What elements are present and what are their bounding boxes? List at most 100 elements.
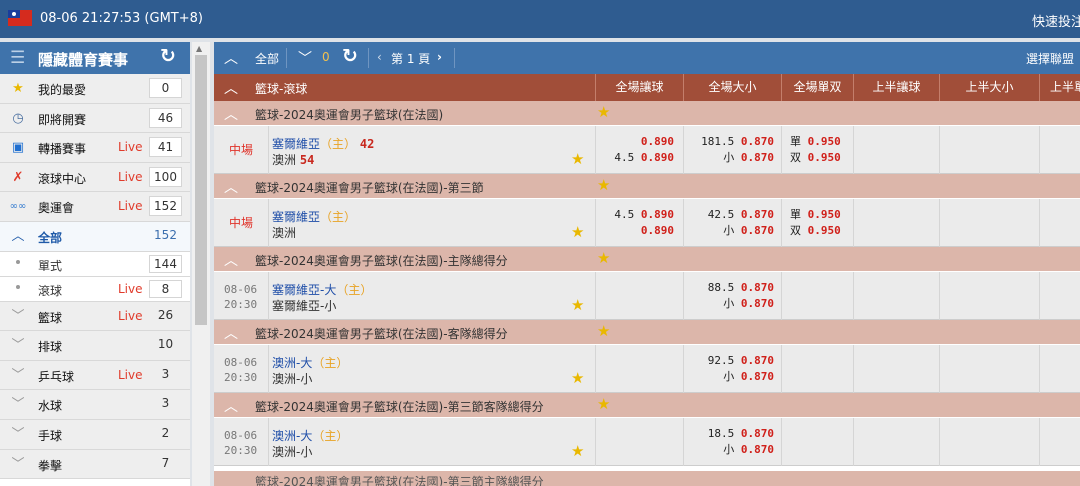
league-row[interactable]: ︿ 籃球-2024奧運會男子籃球(在法國) ★ xyxy=(214,101,1080,126)
cell-divider xyxy=(1039,199,1040,247)
select-league-button[interactable]: 選擇聯盟 xyxy=(1026,50,1074,67)
chevron-down-icon: ﹀ xyxy=(11,338,25,354)
favorite-add-icon[interactable]: ★ xyxy=(571,296,584,314)
home-score: 42 xyxy=(359,137,375,151)
favorite-add-icon[interactable]: ★ xyxy=(571,442,584,460)
favorite-add-icon[interactable]: ★ xyxy=(571,150,584,168)
sidebar-scrollbar[interactable]: ▲ xyxy=(192,42,210,486)
favorite-add-icon[interactable]: ★ xyxy=(597,322,610,340)
line-value: 單 xyxy=(790,208,801,221)
col-header: 上半單 xyxy=(1039,74,1080,101)
sidebar-item-label: 拳擊 xyxy=(38,458,63,473)
sidebar-subitem-single[interactable]: 單式 144 xyxy=(0,251,190,277)
runner-icon: ✗ xyxy=(12,169,24,185)
match-row: 08-06 20:30 澳洲-大（主） 澳洲-小 ★ 18.5 0.870 小 0.87… xyxy=(214,418,1080,466)
col-header: 全場單双 xyxy=(781,74,853,101)
sidebar-item-basketball[interactable]: ﹀ 籃球 Live 26 xyxy=(0,301,190,332)
sidebar-item-table-tennis[interactable]: ﹀ 乒乓球 Live 3 xyxy=(0,360,190,391)
refresh-icon[interactable]: ↻ xyxy=(342,45,358,67)
toolbar: ︿ 全部 ﹀ 0 ↻ ‹ 第 1 頁 › 選擇聯盟 xyxy=(214,42,1080,74)
favorite-add-icon[interactable]: ★ xyxy=(597,176,610,194)
sidebar-item-broadcast[interactable]: ▣ 轉播賽事 Live 41 xyxy=(0,133,190,163)
cell-divider xyxy=(683,345,684,393)
chevron-up-icon[interactable]: ︿ xyxy=(224,250,238,270)
favorite-add-icon[interactable]: ★ xyxy=(571,369,584,387)
over-under-over[interactable]: 88.5 0.870 xyxy=(688,280,774,296)
over-under-over[interactable]: 42.5 0.870 xyxy=(688,207,774,223)
match-row: 中場 塞爾維亞（主） 澳洲 ★ 4.5 0.890 0.890 42.5 0.870 小… xyxy=(214,199,1080,247)
sidebar-item-handball[interactable]: ﹀ 手球 2 xyxy=(0,419,190,450)
league-row[interactable]: ︿ 籃球-2024奧運會男子籃球(在法國)-客隊總得分 ★ xyxy=(214,320,1080,345)
sidebar-item-label: 手球 xyxy=(38,428,63,443)
cell-divider xyxy=(268,199,269,247)
line-value: 88.5 xyxy=(707,281,735,294)
collapse-all-icon[interactable]: ︿ xyxy=(224,48,238,68)
chevron-down-icon: ﹀ xyxy=(11,426,25,442)
sidebar-item-inplay[interactable]: ✗ 滾球中心 Live 100 xyxy=(0,162,190,193)
scrollbar-thumb[interactable] xyxy=(195,55,207,325)
sidebar-item-olympics[interactable]: ∞∞ 奧運會 Live 152 xyxy=(0,192,190,222)
menu-icon[interactable]: ☰ xyxy=(10,48,25,68)
scroll-up-icon[interactable]: ▲ xyxy=(196,44,202,53)
over-under-over[interactable]: 92.5 0.870 xyxy=(688,353,774,369)
league-row[interactable]: ︿ 籃球-2024奧運會男子籃球(在法國)-第三節客隊總得分 ★ xyxy=(214,393,1080,418)
odds-value: 0.870 xyxy=(740,151,774,164)
cell-divider xyxy=(939,272,940,320)
favorite-add-icon[interactable]: ★ xyxy=(597,103,610,121)
match-time: 20:30 xyxy=(224,371,258,384)
chevron-up-icon[interactable]: ︿ xyxy=(224,78,238,98)
odds-value: 0.890 xyxy=(640,135,674,148)
sidebar-item-upcoming[interactable]: ◷ 即將開賽 46 xyxy=(0,103,190,134)
handicap-line-away[interactable]: 0.890 xyxy=(610,223,674,239)
next-page-icon[interactable]: › xyxy=(437,50,442,64)
live-badge: Live xyxy=(118,169,143,184)
chevron-up-icon[interactable]: ︿ xyxy=(224,323,238,343)
over-under-over[interactable]: 181.5 0.870 xyxy=(688,134,774,150)
sidebar-item-favorites[interactable]: ★ 我的最愛 0 xyxy=(0,74,190,104)
over-under-under[interactable]: 小 0.870 xyxy=(688,442,774,458)
top-bar: 08-06 21:27:53 (GMT+8) 快速投注 xyxy=(0,0,1080,38)
league-row[interactable]: ︿ 籃球-2024奧運會男子籃球(在法國)-第三節 ★ xyxy=(214,174,1080,199)
sidebar-item-volleyball[interactable]: ﹀ 排球 10 xyxy=(0,331,190,361)
sidebar-item-all[interactable]: ︿ 全部 152 xyxy=(0,221,190,252)
refresh-icon[interactable]: ↻ xyxy=(160,45,176,67)
league-row[interactable]: ︿ 籃球-2024奧運會男子籃球(在法國)-主隊總得分 ★ xyxy=(214,247,1080,272)
over-under-under[interactable]: 小 0.870 xyxy=(688,369,774,385)
sidebar-subitem-inplay[interactable]: 滾球 Live 8 xyxy=(0,276,190,302)
chevron-down-icon[interactable]: ﹀ xyxy=(298,48,312,68)
over-under-over[interactable]: 18.5 0.870 xyxy=(688,426,774,442)
league-name: 籃球-2024奧運會男子籃球(在法國)-第三節 xyxy=(255,181,484,195)
all-button[interactable]: 全部 xyxy=(255,50,279,67)
odd-even-even[interactable]: 双 0.950 xyxy=(790,150,841,166)
favorite-add-icon[interactable]: ★ xyxy=(597,395,610,413)
home-team: 澳洲-大 xyxy=(272,356,313,370)
sidebar-item-count: 152 xyxy=(154,227,177,242)
odd-even-odd[interactable]: 單 0.950 xyxy=(790,207,841,223)
favorite-add-icon[interactable]: ★ xyxy=(571,223,584,241)
odd-even-even[interactable]: 双 0.950 xyxy=(790,223,841,239)
divider xyxy=(454,48,455,68)
divider xyxy=(286,48,287,68)
handicap-line-home[interactable]: 0.890 xyxy=(610,134,674,150)
sidebar-item-count: 46 xyxy=(149,107,182,128)
chevron-up-icon[interactable]: ︿ xyxy=(224,177,238,197)
handicap-line-home[interactable]: 4.5 0.890 xyxy=(610,207,674,223)
cell-divider xyxy=(939,345,940,393)
cell-divider xyxy=(268,272,269,320)
quick-bet-button[interactable]: 快速投注 xyxy=(1032,11,1080,30)
odd-even-odd[interactable]: 單 0.950 xyxy=(790,134,841,150)
sidebar-item-count: 3 xyxy=(161,396,170,411)
sidebar-item-water-polo[interactable]: ﹀ 水球 3 xyxy=(0,390,190,420)
favorite-add-icon[interactable]: ★ xyxy=(597,249,610,267)
home-marker: （主） xyxy=(336,283,373,297)
over-under-under[interactable]: 小 0.870 xyxy=(688,223,774,239)
sidebar-item-boxing[interactable]: ﹀ 拳擊 7 xyxy=(0,449,190,480)
prev-page-icon[interactable]: ‹ xyxy=(377,50,382,64)
chevron-up-icon[interactable]: ︿ xyxy=(224,104,238,124)
handicap-line-away[interactable]: 4.5 0.890 xyxy=(610,150,674,166)
over-under-under[interactable]: 小 0.870 xyxy=(688,150,774,166)
match-date: 08-06 xyxy=(224,356,258,369)
over-under-under[interactable]: 小 0.870 xyxy=(688,296,774,312)
sidebar-item-count: 26 xyxy=(157,307,174,322)
chevron-up-icon[interactable]: ︿ xyxy=(224,396,238,416)
